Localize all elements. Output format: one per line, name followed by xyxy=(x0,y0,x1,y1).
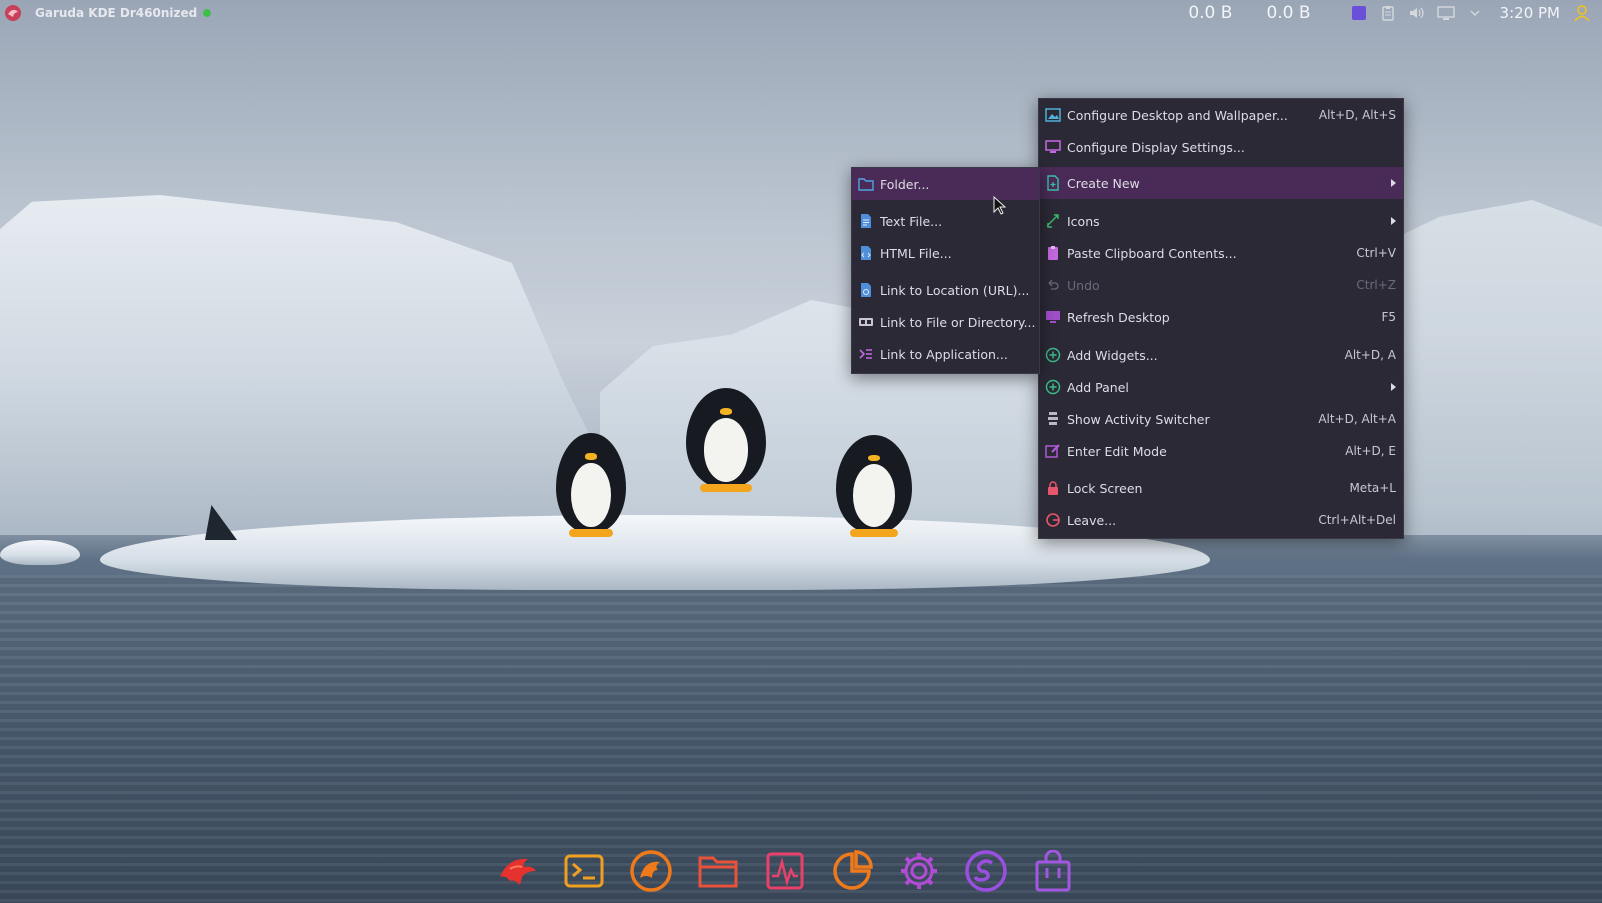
penguin-right xyxy=(836,435,912,537)
menu-item-lock-screen[interactable]: Lock Screen Meta+L xyxy=(1039,473,1403,503)
menu-item-create-new[interactable]: Create New xyxy=(1039,167,1403,199)
file-manager-icon[interactable] xyxy=(695,848,741,894)
text-file-icon xyxy=(858,213,874,229)
link-file-icon xyxy=(858,314,874,330)
refresh-icon xyxy=(1045,309,1061,325)
menu-item-configure-desktop[interactable]: Configure Desktop and Wallpaper... Alt+D… xyxy=(1039,100,1403,130)
status-dot-icon xyxy=(203,9,212,17)
menu-item-icons[interactable]: Icons xyxy=(1039,206,1403,236)
chevron-down-icon[interactable] xyxy=(1465,3,1485,23)
folder-icon xyxy=(858,176,874,192)
menu-item-leave[interactable]: Leave... Ctrl+Alt+Del xyxy=(1039,505,1403,535)
display-icon xyxy=(1045,139,1061,155)
icons-icon xyxy=(1045,213,1061,229)
clipboard-icon xyxy=(1045,245,1061,261)
menu-item-paste[interactable]: Paste Clipboard Contents... Ctrl+V xyxy=(1039,238,1403,268)
html-file-icon xyxy=(858,245,874,261)
iceberg-right xyxy=(1370,200,1602,535)
window-title[interactable]: Garuda KDE Dr460nized xyxy=(35,6,197,20)
create-new-submenu: Folder... Text File... HTML File... Link… xyxy=(851,167,1040,374)
activity-icon xyxy=(1045,411,1061,427)
link-url-icon xyxy=(858,282,874,298)
wallpaper-icon xyxy=(1045,107,1061,123)
display-icon[interactable] xyxy=(1436,3,1456,23)
menu-item-undo[interactable]: Undo Ctrl+Z xyxy=(1039,270,1403,300)
volume-icon[interactable] xyxy=(1407,3,1427,23)
submenu-arrow-icon xyxy=(1391,179,1396,187)
menu-item-refresh[interactable]: Refresh Desktop F5 xyxy=(1039,302,1403,332)
menu-item-activity-switcher[interactable]: Show Activity Switcher Alt+D, Alt+A xyxy=(1039,404,1403,434)
desktop-context-menu: Configure Desktop and Wallpaper... Alt+D… xyxy=(1038,98,1404,539)
submenu-arrow-icon xyxy=(1391,217,1396,225)
software-store-icon[interactable] xyxy=(1030,848,1076,894)
lock-icon xyxy=(1045,480,1061,496)
submenu-item-link-file[interactable]: Link to File or Directory... xyxy=(852,307,1039,337)
link-app-icon xyxy=(858,346,874,362)
top-panel: Garuda KDE Dr460nized 0.0 B 0.0 B 3:20 P… xyxy=(0,0,1602,26)
submenu-item-folder[interactable]: Folder... xyxy=(852,168,1039,200)
settings-icon[interactable] xyxy=(896,848,942,894)
penguin-middle xyxy=(686,388,766,492)
menu-item-add-panel[interactable]: Add Panel xyxy=(1039,372,1403,402)
mouse-cursor-icon xyxy=(993,196,1007,215)
submenu-item-text-file[interactable]: Text File... xyxy=(852,206,1039,236)
disk-usage-icon[interactable] xyxy=(829,848,875,894)
terminal-icon[interactable] xyxy=(561,848,607,894)
undo-icon xyxy=(1045,277,1061,293)
add-panel-icon xyxy=(1045,379,1061,395)
menu-item-configure-display[interactable]: Configure Display Settings... xyxy=(1039,132,1403,162)
firedragon-browser-icon[interactable] xyxy=(628,848,674,894)
new-file-icon xyxy=(1045,175,1061,191)
user-icon[interactable] xyxy=(1572,3,1592,23)
clipboard-icon[interactable] xyxy=(1378,3,1398,23)
garuda-welcome-icon[interactable] xyxy=(494,848,540,894)
ice-floe-small xyxy=(0,540,80,565)
menu-item-edit-mode[interactable]: Enter Edit Mode Alt+D, E xyxy=(1039,436,1403,466)
submenu-arrow-icon xyxy=(1391,383,1396,391)
menu-item-add-widgets[interactable]: Add Widgets... Alt+D, A xyxy=(1039,340,1403,370)
net-download-rate[interactable]: 0.0 B xyxy=(1188,3,1232,23)
garuda-logo-icon[interactable] xyxy=(3,3,23,23)
activities-icon[interactable] xyxy=(1349,3,1369,23)
submenu-item-html-file[interactable]: HTML File... xyxy=(852,238,1039,268)
edit-icon xyxy=(1045,443,1061,459)
add-widgets-icon xyxy=(1045,347,1061,363)
system-monitor-icon[interactable] xyxy=(762,848,808,894)
penguin-left xyxy=(556,433,626,537)
dock xyxy=(494,848,1076,894)
software-s-icon[interactable] xyxy=(963,848,1009,894)
net-upload-rate[interactable]: 0.0 B xyxy=(1266,3,1310,23)
submenu-item-link-app[interactable]: Link to Application... xyxy=(852,339,1039,369)
leave-icon xyxy=(1045,512,1061,528)
iceberg-left xyxy=(0,195,640,535)
submenu-item-link-url[interactable]: Link to Location (URL)... xyxy=(852,275,1039,305)
clock[interactable]: 3:20 PM xyxy=(1500,4,1560,22)
